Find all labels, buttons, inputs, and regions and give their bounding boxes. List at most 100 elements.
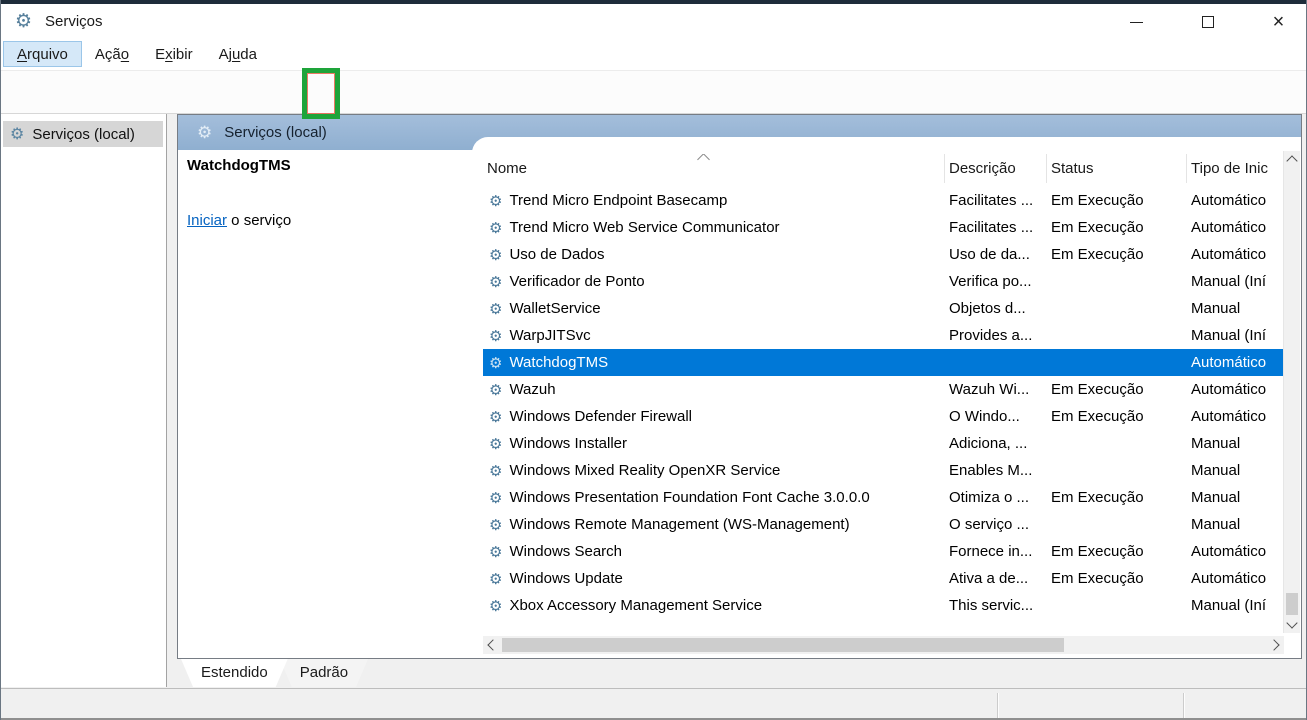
- horizontal-scrollbar[interactable]: [483, 636, 1284, 654]
- service-description: Objetos d...: [945, 300, 1047, 317]
- column-header-label: Status: [1051, 160, 1094, 177]
- service-name: Windows Search: [509, 543, 622, 560]
- service-name: WatchdogTMS: [509, 354, 608, 371]
- status-bar-divider: [997, 693, 999, 718]
- service-row[interactable]: ⚙Trend Micro Endpoint BasecampFacilitate…: [483, 187, 1284, 214]
- service-gear-icon: ⚙: [489, 327, 502, 345]
- service-startup-type: Manual (Iní: [1187, 597, 1284, 614]
- service-status: Em Execução: [1047, 381, 1187, 398]
- console-tree-pane: ⚙ Serviços (local): [1, 114, 167, 687]
- service-gear-icon: ⚙: [489, 570, 502, 588]
- scroll-up-icon[interactable]: [1284, 151, 1300, 168]
- view-tabs: EstendidoPadrão: [177, 659, 1302, 688]
- service-row[interactable]: ⚙Windows InstallerAdiciona, ...Manual: [483, 430, 1284, 457]
- column-header-descrição[interactable]: Descrição: [945, 154, 1047, 183]
- service-description: Verifica po...: [945, 273, 1047, 290]
- service-row[interactable]: ⚙Verificador de PontoVerifica po...Manua…: [483, 268, 1284, 295]
- service-startup-type: Automático: [1187, 246, 1284, 263]
- title-bar[interactable]: ⚙ Serviços ×: [1, 4, 1307, 40]
- tree-item-label: Serviços (local): [32, 126, 135, 143]
- service-row[interactable]: ⚙Trend Micro Web Service CommunicatorFac…: [483, 214, 1284, 241]
- vertical-scrollbar[interactable]: [1283, 151, 1300, 633]
- menu-arquivo[interactable]: Arquivo: [3, 41, 82, 67]
- annotation-highlight-box: [302, 68, 340, 119]
- column-header-tipo-de-inic[interactable]: Tipo de Inic: [1187, 154, 1284, 183]
- service-row[interactable]: ⚙WarpJITSvcProvides a...Manual (Iní: [483, 322, 1284, 349]
- service-row[interactable]: ⚙Windows SearchFornece in...Em ExecuçãoA…: [483, 538, 1284, 565]
- start-service-link[interactable]: Iniciar: [187, 212, 227, 229]
- service-row[interactable]: ⚙ WalletService Objetos d... Manual: [483, 295, 1284, 322]
- service-startup-type: Automático: [1187, 219, 1284, 236]
- service-startup-type: Manual: [1187, 516, 1284, 533]
- services-detail-pane: ⚙ Serviços (local) WatchdogTMS Iniciar o…: [177, 114, 1302, 659]
- service-description: Wazuh Wi...: [945, 381, 1047, 398]
- column-header-status[interactable]: Status: [1047, 154, 1187, 183]
- service-name: Uso de Dados: [509, 246, 604, 263]
- service-name: Windows Remote Management (WS-Management…: [509, 516, 849, 533]
- service-name: Windows Mixed Reality OpenXR Service: [509, 462, 780, 479]
- services-window: ⚙ Serviços × ArquivoAçãoExibirAjuda ↻? ⚙…: [0, 0, 1307, 720]
- column-header-nome[interactable]: Nome: [483, 154, 945, 183]
- service-gear-icon: ⚙: [489, 219, 502, 237]
- service-row[interactable]: ⚙Uso de DadosUso de da...Em ExecuçãoAuto…: [483, 241, 1284, 268]
- service-status: Em Execução: [1047, 192, 1187, 209]
- service-gear-icon: ⚙: [489, 300, 502, 318]
- scroll-left-icon[interactable]: [483, 636, 500, 654]
- service-gear-icon: ⚙: [489, 462, 502, 480]
- service-name: Wazuh: [509, 381, 555, 398]
- service-gear-icon: ⚙: [489, 435, 502, 453]
- service-description: Provides a...: [945, 327, 1047, 344]
- column-header-label: Nome: [487, 160, 527, 177]
- service-description: Facilitates ...: [945, 192, 1047, 209]
- service-row[interactable]: ⚙ Windows Remote Management (WS-Managemen…: [483, 511, 1284, 538]
- service-startup-type: Manual (Iní: [1187, 327, 1284, 344]
- service-gear-icon: ⚙: [489, 246, 502, 264]
- menu-exibir[interactable]: Exibir: [142, 41, 206, 67]
- maximize-button-icon: [1202, 16, 1214, 28]
- service-row[interactable]: ⚙ Wazuh Wazuh Wi...Em ExecuçãoAutomático: [483, 376, 1284, 403]
- service-startup-type: Manual: [1187, 300, 1284, 317]
- tab-estendido[interactable]: Estendido: [181, 659, 288, 687]
- tab-padrão[interactable]: Padrão: [280, 659, 368, 687]
- services-gear-icon: ⚙: [10, 124, 24, 144]
- service-row[interactable]: ⚙WatchdogTMSAutomático: [483, 349, 1284, 376]
- service-row[interactable]: ⚙ Windows Presentation Foundation Font Ca…: [483, 484, 1284, 511]
- service-action-suffix: o serviço: [227, 212, 291, 229]
- minimize-button-icon: [1130, 22, 1143, 23]
- service-row[interactable]: ⚙Xbox Accessory Management ServiceThis s…: [483, 592, 1284, 619]
- service-startup-type: Automático: [1187, 381, 1284, 398]
- service-gear-icon: ⚙: [489, 489, 502, 507]
- services-list: ⚙Trend Micro Endpoint BasecampFacilitate…: [483, 187, 1284, 619]
- service-row[interactable]: ⚙Windows UpdateAtiva a de...Em ExecuçãoA…: [483, 565, 1284, 592]
- service-description: This servic...: [945, 597, 1047, 614]
- menu-ação[interactable]: Ação: [82, 41, 142, 67]
- pane-header: ⚙ Serviços (local): [178, 115, 1301, 150]
- service-startup-type: Manual: [1187, 435, 1284, 452]
- scroll-down-icon[interactable]: [1284, 616, 1300, 633]
- service-row[interactable]: ⚙Windows Mixed Reality OpenXR ServiceEna…: [483, 457, 1284, 484]
- service-gear-icon: ⚙: [489, 381, 502, 399]
- service-gear-icon: ⚙: [489, 192, 502, 210]
- service-name: Windows Presentation Foundation Font Cac…: [509, 489, 869, 506]
- service-row[interactable]: ⚙Windows Defender FirewallO Windo...Em E…: [483, 403, 1284, 430]
- minimize-button[interactable]: [1113, 4, 1160, 40]
- pane-header-gear-icon: ⚙: [197, 123, 212, 143]
- menu-ajuda[interactable]: Ajuda: [206, 41, 270, 67]
- service-startup-type: Manual: [1187, 462, 1284, 479]
- horizontal-scrollbar-thumb[interactable]: [502, 638, 1064, 652]
- service-gear-icon: ⚙: [489, 516, 502, 534]
- tree-item-services-local[interactable]: ⚙ Serviços (local): [3, 121, 163, 147]
- service-startup-type: Automático: [1187, 354, 1284, 371]
- service-action-line: Iniciar o serviço: [187, 212, 291, 229]
- service-name: WalletService: [509, 300, 600, 317]
- close-button[interactable]: ×: [1255, 4, 1302, 40]
- vertical-scrollbar-thumb[interactable]: [1286, 593, 1298, 615]
- list-panel-rounded-corner: [472, 137, 1301, 153]
- service-status: Em Execução: [1047, 219, 1187, 236]
- service-gear-icon: ⚙: [489, 273, 502, 291]
- maximize-button[interactable]: [1184, 4, 1231, 40]
- service-description: Uso de da...: [945, 246, 1047, 263]
- service-status: Em Execução: [1047, 408, 1187, 425]
- service-status: Em Execução: [1047, 543, 1187, 560]
- scroll-right-icon[interactable]: [1267, 636, 1284, 654]
